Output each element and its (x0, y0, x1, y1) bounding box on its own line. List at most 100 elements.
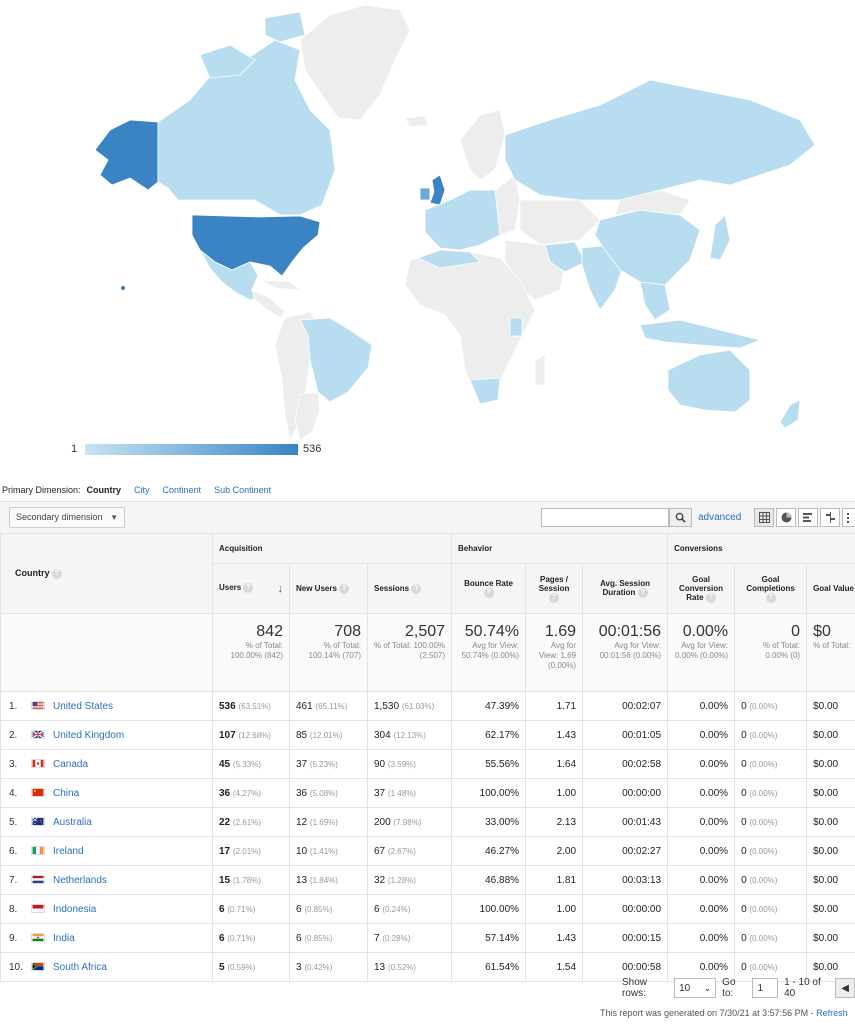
help-icon[interactable]: ? (411, 583, 422, 594)
row-rank: 2. (9, 729, 18, 741)
new-users-cell: 3 (0.42%) (289, 952, 368, 982)
new-users-pct: (65.11%) (315, 701, 348, 711)
help-icon[interactable]: ? (637, 588, 648, 598)
users-cell: 22 (2.61%) (212, 807, 290, 837)
help-icon[interactable]: ? (549, 592, 560, 603)
region-japan (709, 214, 731, 261)
legend-min-label: 1 (71, 443, 78, 455)
country-cell: 3. Canada (0, 749, 213, 779)
goal-completions-cell: 0 (0.00%) (734, 778, 808, 808)
pages-session-column-header[interactable]: Pages / Session ? (525, 563, 584, 614)
users-value: 22 (219, 816, 231, 828)
country-cell: 10. South Africa (0, 952, 213, 982)
goal-completions-cell: 0 (0.00%) (734, 749, 808, 779)
sessions-header-label: Sessions (374, 583, 410, 593)
pivot-view-button[interactable] (842, 508, 855, 527)
new-users-pct: (0.42%) (304, 962, 333, 972)
users-column-header[interactable]: Users ? ↓ (212, 563, 290, 614)
legend-color-scale (85, 444, 298, 455)
help-icon[interactable]: ? (52, 568, 63, 579)
country-link[interactable]: United Kingdom (53, 730, 124, 741)
goal-conversion-column-header[interactable]: Goal Conversion Rate ? (667, 563, 736, 614)
goto-page-input[interactable]: 1 (752, 978, 779, 998)
table-search-input[interactable] (541, 508, 669, 527)
users-cell: 17 (2.01%) (212, 836, 290, 866)
goal-completions-value: 0 (741, 787, 747, 799)
goal-completions-column-header[interactable]: Goal Completions ? (734, 563, 808, 614)
comparison-view-button[interactable] (820, 508, 840, 527)
advanced-filter-link[interactable]: advanced (698, 512, 741, 523)
sessions-column-header[interactable]: Sessions ? (366, 563, 453, 614)
country-link[interactable]: Ireland (53, 846, 84, 857)
country-cell: 1. United States (0, 691, 213, 721)
total-goal-value: $0% of Total: (806, 613, 855, 692)
help-icon[interactable]: ? (483, 588, 494, 598)
new-users-value: 461 (296, 700, 313, 712)
country-link[interactable]: Indonesia (53, 904, 96, 915)
legend-max-label: 536 (303, 443, 322, 455)
goal-value-column-header[interactable]: Goal Value (806, 563, 855, 614)
region-iceland (404, 115, 429, 128)
help-icon[interactable]: ? (765, 592, 776, 603)
country-column-header[interactable]: Country ? (0, 533, 213, 614)
bounce-rate-column-header[interactable]: Bounce Rate ? (451, 563, 527, 614)
geo-map[interactable]: 1 536 (0, 0, 855, 470)
performance-view-button[interactable] (798, 508, 818, 527)
users-pct: (0.59%) (227, 962, 256, 972)
dimension-option-city[interactable]: City (134, 485, 150, 495)
country-link[interactable]: Canada (53, 759, 88, 770)
sessions-pct: (0.28%) (382, 933, 411, 943)
dimension-option-sub-continent[interactable]: Sub Continent (214, 485, 271, 495)
sessions-pct: (0.52%) (387, 962, 416, 972)
world-map-svg (94, 4, 816, 440)
country-link[interactable]: India (53, 933, 75, 944)
new-users-pct: (12.01%) (309, 730, 343, 740)
previous-page-button[interactable]: ◀ (835, 978, 855, 998)
goal-completions-pct: (0.00%) (749, 759, 778, 769)
table-row: 5. Australia 22 (2.61%) 12 (1.69%) 200 (7.98… (0, 807, 855, 837)
goal-completions-value: 0 (741, 932, 747, 944)
dimension-option-continent[interactable]: Continent (163, 485, 202, 495)
new-users-value: 6 (296, 932, 302, 944)
new-users-pct: (1.41%) (309, 846, 338, 856)
table-row: 1. United States 536 (63.51%) 461 (65.11%) 1… (0, 691, 855, 721)
help-icon[interactable]: ? (243, 582, 254, 593)
country-link[interactable]: Netherlands (53, 875, 107, 886)
goal-completions-cell: 0 (0.00%) (734, 923, 808, 953)
sessions-cell: 13 (0.52%) (366, 952, 453, 982)
bounce-rate-cell: 55.56% (451, 749, 527, 779)
sessions-value: 1,530 (374, 700, 400, 712)
country-link[interactable]: United States (53, 701, 113, 712)
avg-duration-cell: 00:03:13 (582, 865, 669, 895)
region-central-asia (519, 199, 601, 246)
total-new-users: 708% of Total: 100.14% (707) (289, 613, 368, 692)
goal-completions-value: 0 (741, 961, 747, 973)
secondary-dimension-dropdown[interactable]: Secondary dimension ▼ (9, 507, 125, 528)
avg-duration-cell: 00:01:43 (582, 807, 669, 837)
rows-per-page-select[interactable]: 10 ⌄ (674, 978, 717, 998)
grid-icon (758, 512, 770, 523)
report-generated-note: This report was generated on 7/30/21 at … (600, 1008, 848, 1018)
users-pct: (1.78%) (232, 875, 261, 885)
new-users-column-header[interactable]: New Users ? (289, 563, 368, 614)
goal-completions-value: 0 (741, 903, 747, 915)
sessions-value: 304 (374, 729, 391, 741)
help-icon[interactable]: ? (705, 592, 716, 603)
users-value: 536 (219, 700, 236, 712)
sort-desc-icon[interactable]: ↓ (278, 583, 284, 595)
table-body: 1. United States 536 (63.51%) 461 (65.11%) 1… (0, 691, 855, 982)
primary-dimension-label: Primary Dimension: (2, 485, 81, 495)
table-view-button[interactable] (754, 508, 774, 527)
sessions-value: 90 (374, 758, 386, 770)
help-icon[interactable]: ? (339, 583, 350, 594)
pie-view-button[interactable] (776, 508, 796, 527)
avg-duration-cell: 00:01:05 (582, 720, 669, 750)
new-users-cell: 6 (0.85%) (289, 923, 368, 953)
country-link[interactable]: Australia (53, 817, 92, 828)
country-link[interactable]: China (53, 788, 79, 799)
country-link[interactable]: South Africa (53, 962, 107, 973)
goal-completions-cell: 0 (0.00%) (734, 894, 808, 924)
refresh-link[interactable]: Refresh (816, 1008, 848, 1018)
avg-duration-column-header[interactable]: Avg. Session Duration ? (582, 563, 669, 614)
search-button[interactable] (669, 508, 692, 527)
